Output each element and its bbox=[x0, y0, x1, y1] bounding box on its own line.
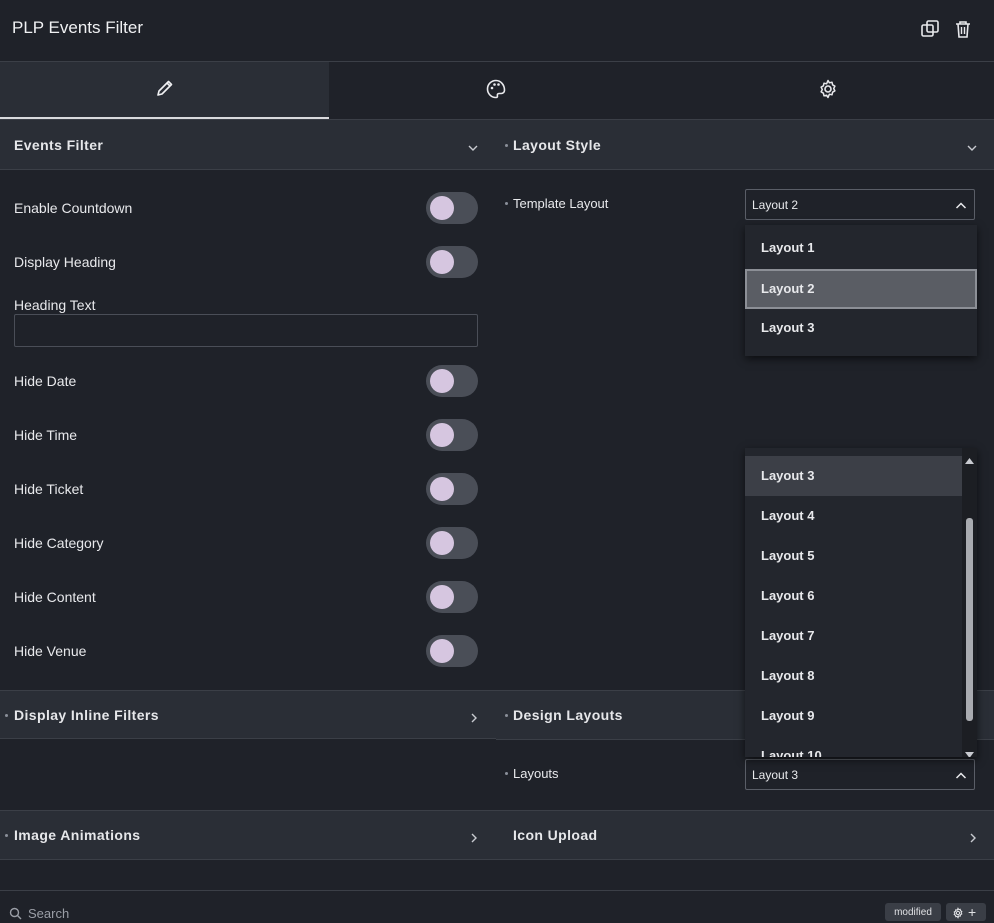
bullet-dot bbox=[5, 714, 8, 717]
dropdown-option[interactable]: Layout 4 bbox=[745, 496, 975, 536]
dropdown-option[interactable]: Layout 10 bbox=[745, 736, 975, 757]
scrollbar-thumb[interactable] bbox=[966, 518, 973, 721]
hide-time-toggle[interactable] bbox=[426, 419, 478, 451]
dropdown-option[interactable]: Layout 6 bbox=[745, 576, 975, 616]
layouts-value: Layout 3 bbox=[752, 768, 799, 782]
dropdown-option[interactable]: Layout 8 bbox=[745, 656, 975, 696]
panel-header bbox=[0, 0, 994, 62]
tab-advanced[interactable] bbox=[662, 62, 994, 119]
footer-bar bbox=[0, 890, 994, 922]
gear-icon bbox=[952, 907, 964, 922]
bullet-dot bbox=[505, 772, 508, 775]
scrollbar[interactable] bbox=[962, 448, 977, 757]
chevron-up-icon bbox=[955, 769, 967, 785]
bullet-dot bbox=[505, 714, 508, 717]
section-icon-upload-label: Icon Upload bbox=[513, 827, 598, 843]
dropdown-option[interactable]: Layout 1 bbox=[745, 228, 975, 268]
scroll-up-arrow-icon[interactable] bbox=[965, 451, 974, 467]
section-layout-style-label: Layout Style bbox=[513, 137, 602, 153]
search-input[interactable]: Search bbox=[28, 906, 69, 921]
dropdown-option[interactable]: Layout 5 bbox=[745, 536, 975, 576]
section-image-animations-label: Image Animations bbox=[14, 827, 141, 843]
hide-time-label: Hide Time bbox=[14, 427, 78, 443]
palette-icon bbox=[485, 78, 507, 103]
hide-ticket-toggle[interactable] bbox=[426, 473, 478, 505]
chevron-right-icon bbox=[469, 710, 479, 723]
hide-category-label: Hide Category bbox=[14, 535, 104, 551]
enable-countdown-toggle[interactable] bbox=[426, 192, 478, 224]
bullet-dot bbox=[505, 202, 508, 205]
modified-badge: modified bbox=[885, 903, 941, 921]
plus-icon: + bbox=[968, 904, 977, 920]
chevron-right-icon bbox=[469, 830, 479, 843]
template-layout-label: Template Layout bbox=[513, 196, 609, 211]
tab-bar bbox=[0, 62, 994, 120]
heading-text-input[interactable] bbox=[14, 314, 478, 347]
layouts-dropdown: Layout 3 Layout 4 Layout 5 Layout 6 Layo… bbox=[745, 448, 977, 757]
bullet-dot bbox=[5, 834, 8, 837]
heading-text-label: Heading Text bbox=[14, 297, 96, 313]
section-design-layouts-label: Design Layouts bbox=[513, 707, 623, 723]
hide-ticket-label: Hide Ticket bbox=[14, 481, 84, 497]
display-heading-label: Display Heading bbox=[14, 254, 116, 270]
trash-icon[interactable] bbox=[952, 18, 974, 40]
dropdown-option-highlighted[interactable]: Layout 3 bbox=[745, 456, 962, 496]
enable-countdown-label: Enable Countdown bbox=[14, 200, 133, 216]
template-layout-value: Layout 2 bbox=[752, 198, 799, 212]
tab-style[interactable] bbox=[329, 62, 662, 119]
dropdown-option[interactable]: Layout 3 bbox=[745, 308, 975, 348]
hide-venue-label: Hide Venue bbox=[14, 643, 87, 659]
chevron-right-icon bbox=[968, 830, 978, 843]
display-heading-toggle[interactable] bbox=[426, 246, 478, 278]
pencil-icon bbox=[155, 78, 175, 101]
hide-category-toggle[interactable] bbox=[426, 527, 478, 559]
template-layout-dropdown: Layout 1 Layout 2 Layout 3 bbox=[745, 225, 977, 356]
template-layout-select[interactable]: Layout 2 bbox=[745, 189, 975, 220]
chevron-up-icon bbox=[955, 199, 967, 215]
dropdown-option[interactable]: Layout 9 bbox=[745, 696, 975, 736]
panel-title: PLP Events Filter bbox=[12, 18, 144, 37]
bullet-dot bbox=[505, 144, 508, 147]
layouts-select[interactable]: Layout 3 bbox=[745, 759, 975, 790]
settings-add-button[interactable]: + bbox=[946, 903, 986, 921]
dropdown-option-selected[interactable]: Layout 2 bbox=[745, 269, 977, 309]
hide-venue-toggle[interactable] bbox=[426, 635, 478, 667]
chevron-down-icon bbox=[468, 140, 478, 151]
hide-date-label: Hide Date bbox=[14, 373, 77, 389]
chevron-down-icon bbox=[967, 140, 977, 151]
hide-content-label: Hide Content bbox=[14, 589, 96, 605]
scroll-down-arrow-icon[interactable] bbox=[965, 745, 974, 757]
hide-date-toggle[interactable] bbox=[426, 365, 478, 397]
gear-icon bbox=[817, 78, 839, 103]
hide-content-toggle[interactable] bbox=[426, 581, 478, 613]
tab-content[interactable] bbox=[0, 62, 329, 119]
dropdown-option[interactable]: Layout 7 bbox=[745, 616, 975, 656]
layouts-label: Layouts bbox=[513, 766, 559, 781]
duplicate-icon[interactable] bbox=[919, 18, 941, 40]
section-display-inline-filters-label: Display Inline Filters bbox=[14, 707, 159, 723]
section-events-filter-label: Events Filter bbox=[14, 137, 104, 153]
